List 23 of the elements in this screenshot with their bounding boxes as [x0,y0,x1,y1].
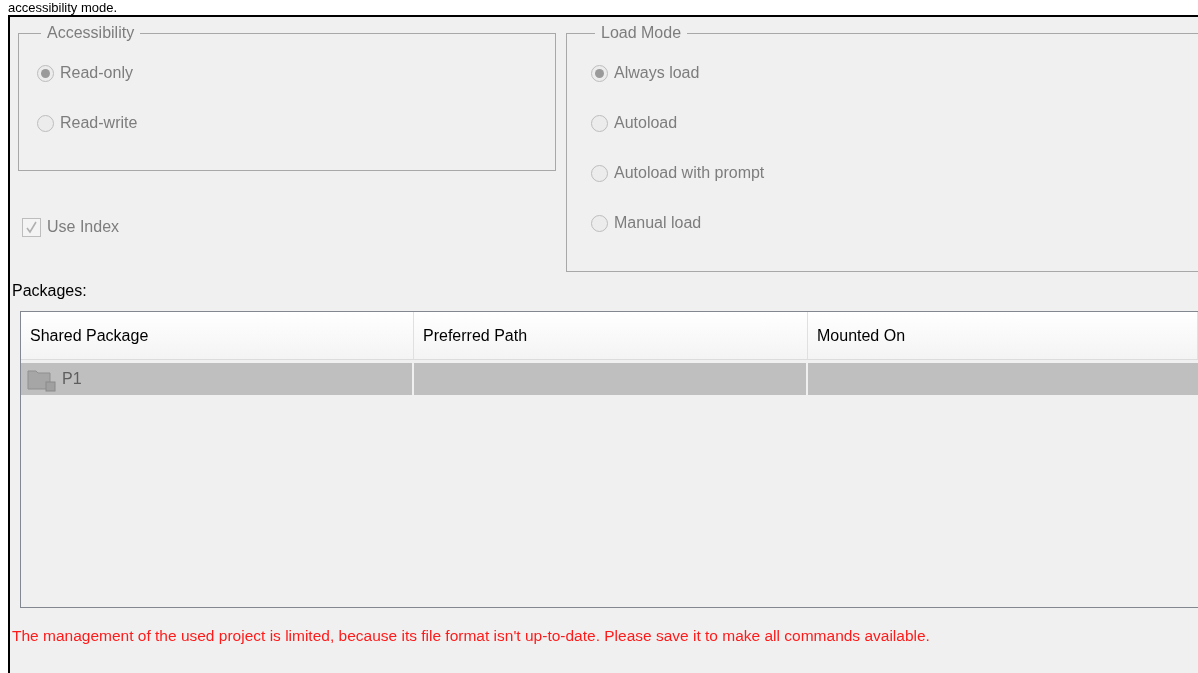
packages-label: Packages: [12,281,88,301]
group-title: Load Mode [600,23,683,43]
radio-button[interactable] [37,114,54,132]
table-cell-text: P1 [62,369,82,389]
group-title: Accessibility [46,23,136,43]
radio-label: Read-only [60,63,133,83]
checkbox-label: Use Index [47,217,120,237]
radio-label: Manual load [614,213,702,233]
radio-label: Always load [614,63,700,83]
radio-label: Autoload [614,113,678,133]
radio-label: Read-write [60,113,138,133]
warning-message: The management of the used project is limited, because its file format isn't up-to-date. Please save it to make all commands available. [12,626,931,646]
radio-button[interactable] [591,64,608,82]
radio-button[interactable] [37,64,54,82]
table-row[interactable]: P1 [21,363,1198,395]
radio-button[interactable] [591,214,608,232]
radio-label: Autoload with prompt [614,163,765,183]
header-text: accessibility mode. [7,0,119,15]
column-header[interactable]: Mounted On [808,312,1198,359]
radio-button[interactable] [591,114,608,132]
column-header[interactable]: Shared Package [21,312,414,359]
radio-button[interactable] [591,164,608,182]
column-header[interactable]: Preferred Path [414,312,808,359]
